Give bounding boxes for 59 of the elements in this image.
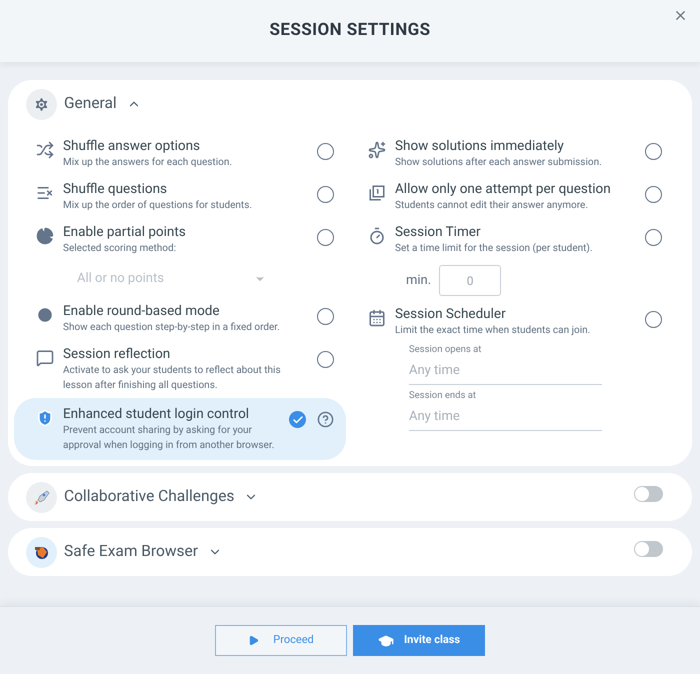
- option-description: Show each question step-by-step in a fixed order.: [63, 321, 281, 335]
- toggle-switch[interactable]: [634, 541, 663, 557]
- option-title: Session Scheduler: [395, 305, 507, 323]
- checkbox[interactable]: [645, 186, 662, 203]
- calendar-icon: [368, 309, 386, 327]
- help-icon[interactable]: [317, 411, 334, 428]
- field-label: min.: [406, 272, 432, 290]
- browser-logo-icon: [26, 536, 57, 568]
- checkbox[interactable]: [645, 143, 662, 160]
- option-title: Session Timer: [395, 223, 482, 241]
- settings-icon: [26, 88, 57, 120]
- option-description: Prevent account sharing by asking for your approval when logging in from another browser.: [63, 424, 276, 453]
- field-label: Session ends at: [409, 389, 477, 403]
- proceed-button[interactable]: Proceed: [215, 625, 347, 656]
- checkmark-icon: [292, 414, 304, 426]
- option-title: Shuffle answer options: [63, 137, 202, 155]
- section-header[interactable]: General: [64, 92, 141, 116]
- section-header[interactable]: Safe Exam Browser: [64, 540, 222, 564]
- invite-class-button[interactable]: Invite class: [353, 625, 485, 656]
- toggle-switch[interactable]: [634, 486, 663, 502]
- option-title: Show solutions immediately: [395, 137, 565, 155]
- option-title: Allow only one attempt per question: [395, 180, 612, 198]
- checkbox[interactable]: [317, 308, 334, 325]
- dialog-title: SESSION SETTINGS: [269, 19, 431, 42]
- option-description: Selected scoring method:: [63, 242, 178, 256]
- option-description: Mix up the answers for each question.: [63, 156, 233, 170]
- timer-icon: [368, 227, 386, 245]
- field-label: Session opens at: [409, 343, 482, 357]
- section-header[interactable]: Collaborative Challenges: [64, 485, 258, 509]
- option-description: Students cannot edit their answer anymore.: [395, 199, 589, 213]
- option-description: Activate to ask your students to reflect about this lesson after finishing all questions.: [63, 364, 282, 393]
- graduation-cap-icon: [378, 632, 394, 648]
- checkbox[interactable]: [317, 143, 334, 160]
- shuffle-icon: [36, 141, 54, 159]
- minutes-field[interactable]: 0: [439, 265, 502, 296]
- option-description: Mix up the order of questions for students.: [63, 199, 254, 213]
- checkbox[interactable]: [317, 186, 334, 203]
- option-title: Shuffle questions: [63, 180, 168, 198]
- sparkles-icon: [368, 141, 386, 159]
- checkbox[interactable]: [645, 311, 662, 328]
- option-description: Set a time limit for the session (per student).: [395, 242, 594, 256]
- numbered-square-icon: [368, 184, 386, 202]
- checkbox[interactable]: [317, 351, 334, 368]
- option-description: Show solutions after each answer submission.: [395, 156, 603, 170]
- option-title: Enable partial points: [63, 223, 187, 241]
- checkbox[interactable]: [289, 411, 306, 428]
- option-title: Enhanced student login control: [63, 405, 250, 423]
- checkbox[interactable]: [317, 229, 334, 246]
- pie-chart-icon: [36, 227, 54, 245]
- checkbox[interactable]: [645, 229, 662, 246]
- close-icon: [673, 8, 688, 23]
- message-icon: [36, 349, 54, 367]
- time-field[interactable]: Any time: [409, 403, 602, 431]
- time-field[interactable]: Any time: [409, 357, 602, 385]
- option-title: Session reflection: [63, 345, 172, 363]
- list-x-icon: [36, 184, 54, 202]
- option-title: Enable round-based mode: [63, 302, 221, 320]
- shield-icon: [36, 409, 54, 427]
- option-description: Limit the exact time when students can join.: [395, 324, 592, 338]
